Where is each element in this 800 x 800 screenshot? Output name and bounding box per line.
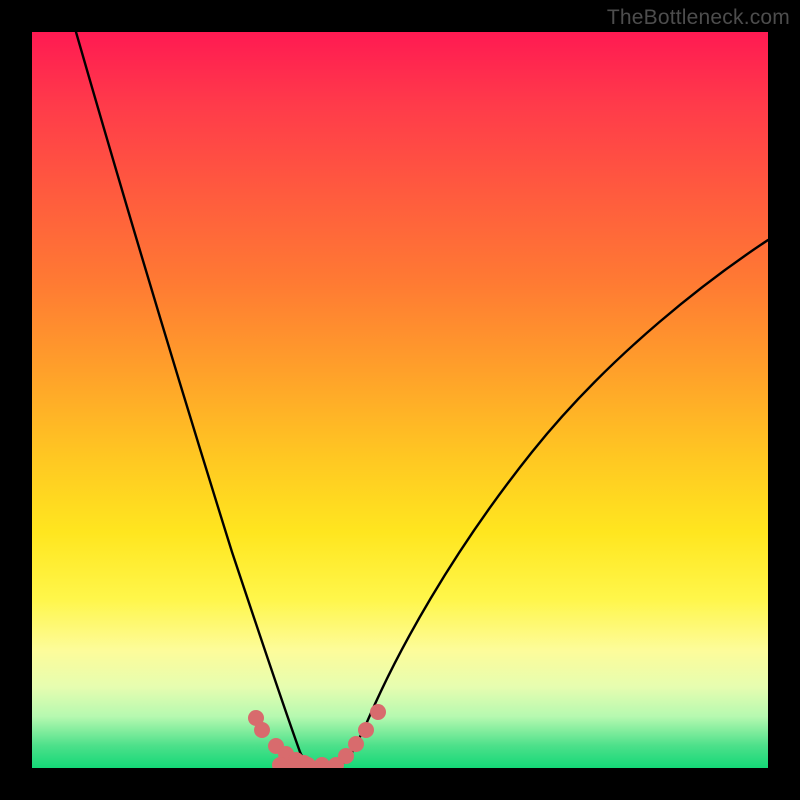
chart-frame: TheBottleneck.com [0,0,800,800]
bottom-band [272,757,344,768]
right-curve [338,240,768,765]
markers-right [338,704,386,764]
curves-svg [32,32,768,768]
left-curve [76,32,317,765]
watermark-text: TheBottleneck.com [607,6,790,30]
plot-area [32,32,768,768]
